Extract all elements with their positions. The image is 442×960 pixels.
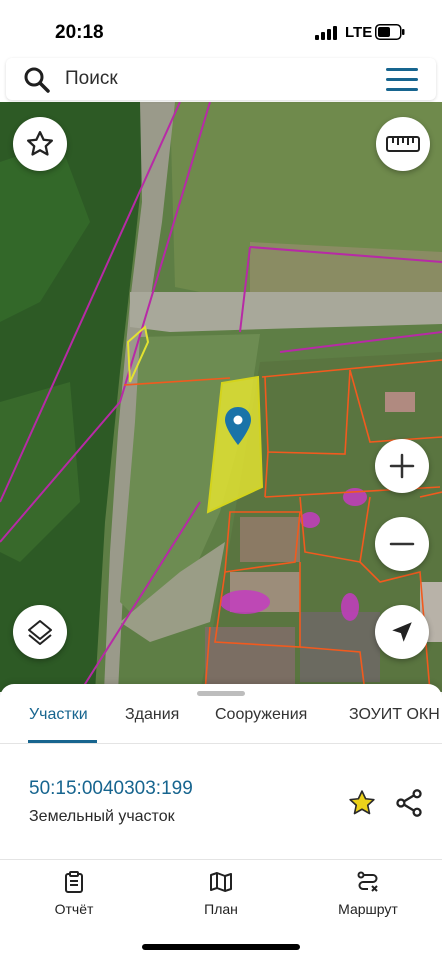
clipboard-icon [65, 871, 83, 893]
search-input[interactable]: Поиск [65, 68, 118, 90]
home-indicator [142, 944, 300, 950]
map-pin-icon[interactable] [224, 406, 252, 446]
network-label: LTE [345, 24, 373, 41]
active-tab-indicator [28, 740, 97, 743]
navigation-arrow-icon [392, 622, 412, 642]
layers-icon [28, 620, 52, 645]
nav-plan-label: План [204, 901, 238, 917]
hamburger-menu-icon[interactable] [386, 68, 418, 92]
parcel-list-item[interactable]: 50:15:0040303:199 Земельный участок [0, 746, 442, 860]
nav-report-label: Отчёт [54, 901, 94, 917]
category-tabs: Участки Здания Сооружения ЗОУИТ ОКН [0, 702, 442, 744]
satellite-map[interactable] [0, 102, 442, 692]
map-view[interactable] [0, 102, 442, 692]
ruler-button[interactable] [376, 117, 430, 171]
nav-plan[interactable]: План [166, 870, 276, 917]
signal-icon [315, 26, 337, 40]
ruler-icon [386, 136, 420, 152]
star-outline-icon [27, 131, 53, 156]
bottom-sheet[interactable]: Участки Здания Сооружения ЗОУИТ ОКН 50:1… [0, 684, 442, 960]
tab-buildings[interactable]: Здания [125, 706, 179, 724]
zoom-out-button[interactable] [375, 517, 429, 571]
minus-icon [389, 542, 415, 546]
tab-structures[interactable]: Сооружения [215, 706, 307, 724]
search-icon[interactable] [23, 66, 51, 94]
share-icon[interactable] [395, 788, 423, 818]
layers-button[interactable] [13, 605, 67, 659]
sheet-grabber[interactable] [197, 691, 245, 696]
tab-parcels[interactable]: Участки [29, 706, 88, 724]
status-bar: 20:18 LTE [0, 0, 442, 60]
nav-route[interactable]: Маршрут [313, 870, 423, 917]
nav-route-label: Маршрут [338, 901, 398, 917]
battery-icon [375, 24, 405, 40]
route-icon [357, 871, 378, 892]
star-filled-icon[interactable] [347, 788, 377, 818]
locate-button[interactable] [375, 605, 429, 659]
cadastral-number-link[interactable]: 50:15:0040303:199 [29, 778, 193, 800]
status-time: 20:18 [55, 22, 104, 43]
plus-icon [389, 453, 415, 479]
bottom-nav: Отчёт План Маршрут [0, 862, 442, 926]
favorites-button[interactable] [13, 117, 67, 171]
parcel-type: Земельный участок [29, 808, 175, 825]
tab-zouit[interactable]: ЗОУИТ ОКН [349, 706, 440, 724]
search-bar[interactable]: Поиск [6, 58, 436, 100]
nav-report[interactable]: Отчёт [19, 870, 129, 917]
map-icon [210, 872, 232, 892]
zoom-in-button[interactable] [375, 439, 429, 493]
